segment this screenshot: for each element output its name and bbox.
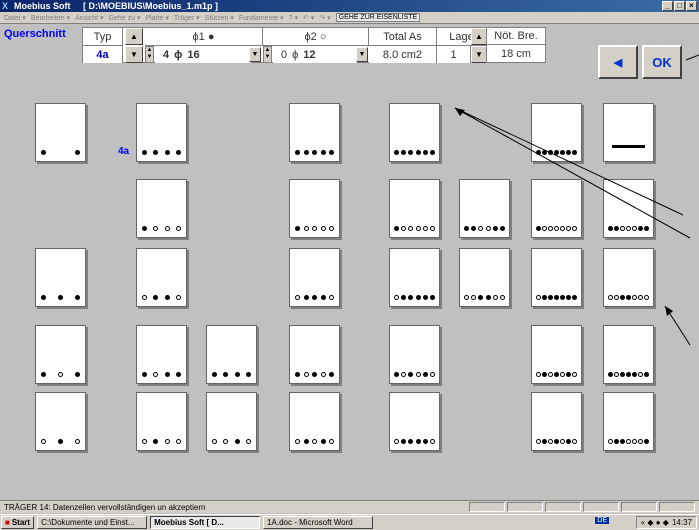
app-window: X Moebius Soft [ D:\MOEBIUS\Moebius_1.m1…	[0, 0, 699, 530]
taskbar: ■ Start C:\Dokumente und Einst... Moebiu…	[0, 514, 699, 530]
callout-lines	[454, 54, 699, 346]
status-pane	[507, 502, 543, 512]
callout-line-ok	[685, 54, 699, 61]
callout-line-total-2	[454, 107, 691, 239]
task-word[interactable]: 1A.doc - Microsoft Word	[263, 516, 374, 529]
language-indicator[interactable]: DE	[595, 517, 609, 524]
status-pane	[659, 502, 695, 512]
task-explorer[interactable]: C:\Dokumente und Einst...	[37, 516, 148, 529]
status-bar: TRÄGER 14: Datenzellen vervollständigen …	[0, 500, 699, 513]
status-pane	[545, 502, 581, 512]
start-button[interactable]: ■ Start	[1, 516, 35, 529]
status-pane	[583, 502, 619, 512]
callout-arrowhead-grid	[665, 306, 673, 316]
task-moebius[interactable]: Moebius Soft [ D...	[150, 516, 261, 529]
tray-icons: « ◆ ● ◆	[640, 518, 669, 527]
status-panes	[469, 502, 695, 512]
system-tray: « ◆ ● ◆ 14:37	[635, 516, 697, 529]
windows-logo-icon: ■	[5, 518, 10, 527]
status-pane	[621, 502, 657, 512]
status-text: TRÄGER 14: Datenzellen vervollständigen …	[4, 503, 206, 512]
status-pane	[469, 502, 505, 512]
callout-line-total	[454, 107, 684, 216]
clock: 14:37	[671, 518, 692, 527]
start-label: Start	[11, 518, 31, 527]
